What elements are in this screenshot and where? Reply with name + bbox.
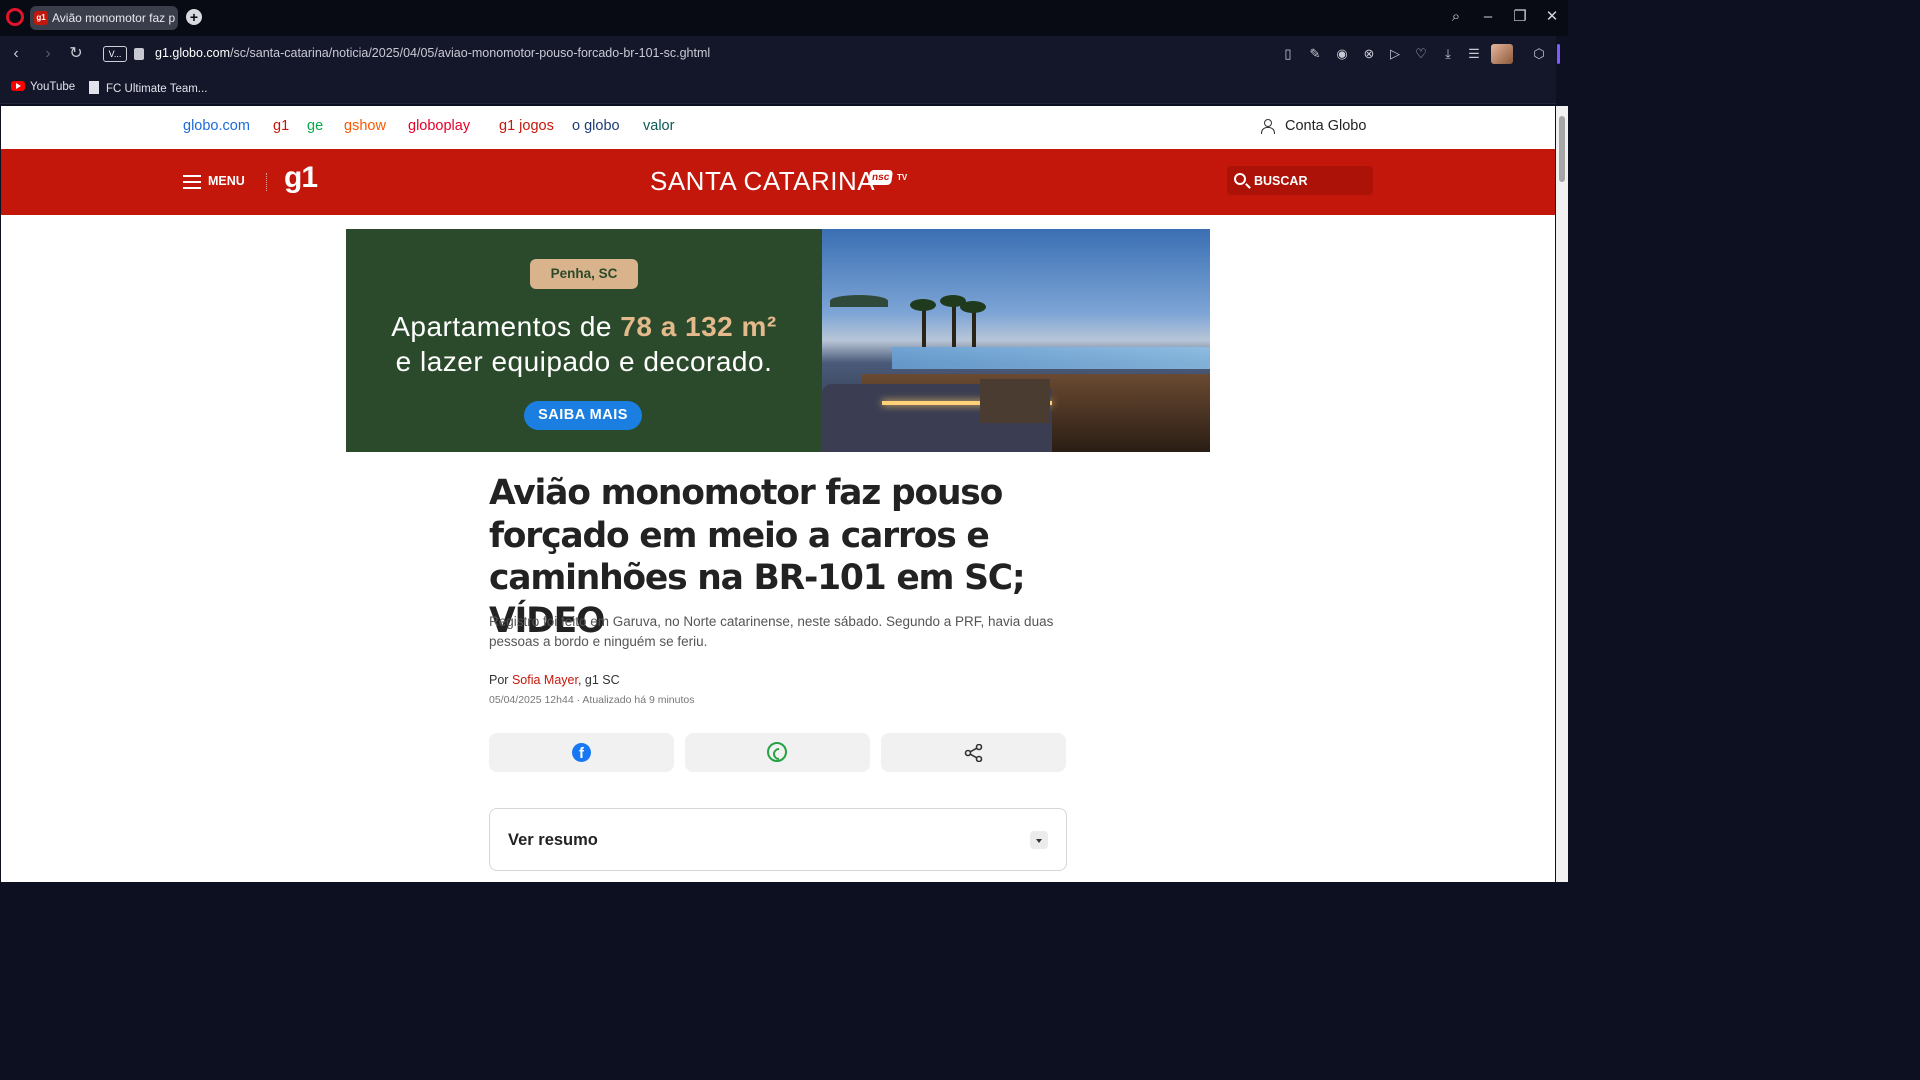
fire-table-shape: [980, 379, 1050, 423]
share-whatsapp-button[interactable]: [685, 733, 870, 772]
tab-active[interactable]: g1 Avião monomotor faz p: [30, 6, 178, 30]
summary-label: Ver resumo: [508, 831, 598, 849]
edit-icon[interactable]: ✎: [1306, 45, 1324, 63]
reload-icon[interactable]: ↻: [65, 43, 87, 65]
lock-icon[interactable]: [134, 48, 144, 60]
profile-avatar[interactable]: [1491, 44, 1513, 64]
article-subtitle: Registro foi feito em Garuva, no Norte c…: [489, 614, 1054, 649]
download-icon[interactable]: ⤓: [1439, 45, 1457, 63]
easy-setup-icon[interactable]: ☰: [1465, 45, 1483, 63]
region-title[interactable]: SANTA CATARINA: [650, 166, 875, 197]
article-dateline: 05/04/2025 12h44 · Atualizado há 9 minut…: [489, 694, 695, 706]
nav-gshow[interactable]: gshow: [344, 118, 386, 134]
url-path: /sc/santa-catarina/noticia/2025/04/05/av…: [230, 46, 711, 60]
search-icon: [1234, 173, 1246, 185]
page-scrollbar[interactable]: [1556, 106, 1568, 882]
sidebar-accent: [1557, 44, 1560, 64]
ad-rooftop-pool-image: [822, 229, 1210, 452]
nav-o-globo[interactable]: o globo: [572, 118, 620, 134]
adblock-icon[interactable]: ⊗: [1360, 45, 1378, 63]
nav-valor[interactable]: valor: [643, 118, 674, 134]
new-tab-icon[interactable]: +: [186, 9, 202, 25]
nav-globoplay[interactable]: globoplay: [408, 118, 470, 134]
play-icon[interactable]: ▷: [1386, 45, 1404, 63]
nav-g1-jogos[interactable]: g1 jogos: [499, 118, 554, 134]
chevron-down-icon[interactable]: [1030, 831, 1048, 849]
header-divider: [266, 173, 267, 191]
tab-bar: g1 Avião monomotor faz p + ⌕ – ❐ ✕: [0, 0, 1568, 36]
ad-headline-2: e lazer equipado e decorado.: [395, 346, 773, 377]
article-byline: Por Sofia Mayer, g1 SC: [489, 673, 620, 687]
camera-icon[interactable]: ◉: [1333, 45, 1351, 63]
g1-favicon-icon: g1: [34, 11, 48, 25]
back-icon[interactable]: ‹: [5, 43, 27, 65]
reader-icon[interactable]: ▯: [1279, 45, 1297, 63]
restore-icon[interactable]: ❐: [1508, 6, 1532, 28]
pool-shape: [892, 347, 1210, 369]
whatsapp-icon: [767, 742, 787, 762]
url-host: g1.globo.com: [155, 46, 231, 60]
cube-icon[interactable]: ⬡: [1530, 45, 1548, 63]
scrollbar-thumb[interactable]: [1559, 116, 1565, 182]
close-icon[interactable]: ✕: [1540, 6, 1564, 28]
url-field[interactable]: g1.globo.com/sc/santa-catarina/noticia/2…: [155, 46, 710, 60]
ad-text-panel: Penha, SC Apartamentos de 78 a 132 m² e …: [346, 229, 822, 452]
author-link[interactable]: Sofia Mayer: [512, 673, 578, 687]
g1-header: MENU g1 SANTA CATARINA nsc TV BUSCAR: [1, 149, 1555, 215]
share-icon: [964, 743, 984, 763]
nsc-tv-logo: nsc TV: [867, 170, 909, 192]
menu-button[interactable]: MENU: [208, 174, 245, 188]
globo-nav-bar: globo.com g1 ge gshow globoplay g1 jogos…: [1, 106, 1555, 149]
ad-location-tag: Penha, SC: [530, 259, 638, 289]
search-tabs-icon[interactable]: ⌕: [1444, 6, 1468, 28]
umbrella-shape: [830, 295, 888, 307]
nav-globo-com[interactable]: globo.com: [183, 118, 250, 134]
minimize-icon[interactable]: –: [1476, 6, 1500, 28]
ad-saiba-mais-button[interactable]: SAIBA MAIS: [524, 401, 642, 430]
user-icon: [1261, 119, 1275, 134]
forward-icon[interactable]: ›: [37, 43, 59, 65]
heart-icon[interactable]: ♡: [1412, 45, 1430, 63]
bookmarks-bar: YouTube FC Ultimate Team...: [0, 72, 1568, 104]
opera-logo-icon[interactable]: [6, 8, 24, 26]
bookmark-youtube[interactable]: YouTube: [11, 81, 75, 93]
vpn-badge[interactable]: V...: [103, 46, 127, 62]
summary-accordion[interactable]: Ver resumo: [489, 808, 1067, 871]
youtube-icon: [11, 81, 25, 91]
conta-globo-link[interactable]: Conta Globo: [1261, 118, 1366, 134]
document-icon: [89, 81, 99, 94]
page-viewport: globo.com g1 ge gshow globoplay g1 jogos…: [1, 106, 1555, 882]
ad-headline-1: Apartamentos de 78 a 132 m²: [391, 311, 777, 342]
bookmark-fc-ultimate[interactable]: FC Ultimate Team...: [89, 81, 207, 95]
g1-logo[interactable]: g1: [284, 161, 318, 195]
nav-ge[interactable]: ge: [307, 118, 323, 134]
facebook-icon: f: [572, 743, 591, 762]
tab-title: Avião monomotor faz p: [52, 11, 176, 25]
search-button[interactable]: BUSCAR: [1227, 166, 1373, 195]
nav-g1[interactable]: g1: [273, 118, 289, 134]
advertisement-banner[interactable]: Penha, SC Apartamentos de 78 a 132 m² e …: [346, 229, 1210, 452]
share-facebook-button[interactable]: f: [489, 733, 674, 772]
share-button[interactable]: [881, 733, 1066, 772]
hamburger-icon[interactable]: [183, 175, 201, 189]
